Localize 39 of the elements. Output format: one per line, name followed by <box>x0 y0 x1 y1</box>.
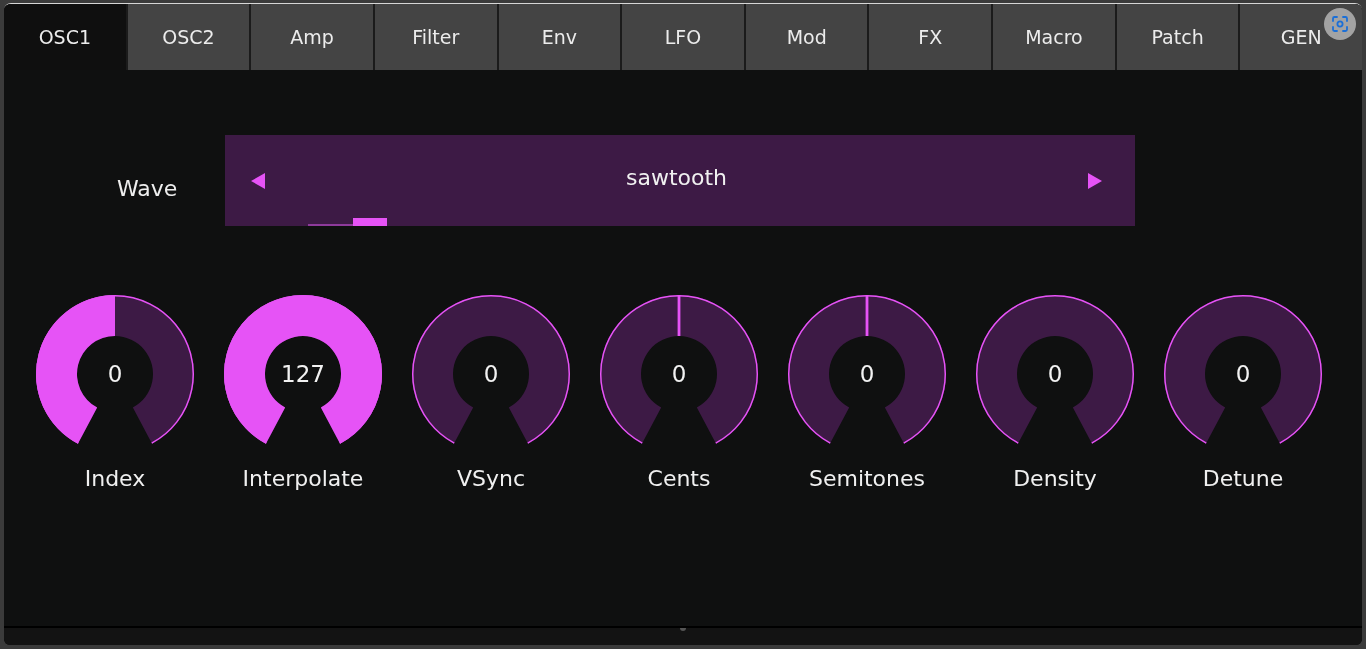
right-arrow-icon[interactable] <box>1088 172 1102 189</box>
knob-label: Interpolate <box>242 465 364 493</box>
knob-track[interactable] <box>412 295 570 444</box>
knob-label: Detune <box>1202 465 1284 493</box>
knob-track[interactable] <box>600 295 758 444</box>
tab[interactable]: LFO <box>620 4 744 70</box>
knob-track[interactable] <box>788 295 946 444</box>
tab[interactable]: FX <box>867 4 992 70</box>
wave-value: sawtooth <box>624 165 729 190</box>
knob[interactable] <box>224 295 382 444</box>
knob-value: 0 <box>107 362 123 386</box>
knob-value: 0 <box>859 362 875 386</box>
scroll-thumb[interactable] <box>353 218 387 226</box>
knob-label: VSync <box>456 465 526 493</box>
tab[interactable]: Env <box>496 4 621 70</box>
knob-label: Cents <box>647 465 711 493</box>
knob-value: 127 <box>281 362 325 386</box>
wave-label: Wave <box>117 175 179 201</box>
tab[interactable]: OSC2 <box>125 4 250 70</box>
knob-label: Semitones <box>808 465 926 493</box>
knob-track[interactable] <box>976 295 1134 444</box>
tab[interactable]: Mod <box>743 4 868 70</box>
tab[interactable]: Macro <box>991 4 1115 70</box>
knob-value: 0 <box>1047 362 1063 386</box>
knob-label: Index <box>84 465 146 493</box>
knob-value: 0 <box>483 362 499 386</box>
tab[interactable]: Amp <box>249 4 373 70</box>
left-arrow-icon[interactable] <box>251 172 265 189</box>
knob-track[interactable] <box>1164 295 1322 444</box>
viewfinder-icon[interactable] <box>1324 8 1356 40</box>
tab[interactable]: Patch <box>1114 4 1239 70</box>
tab[interactable]: Filter <box>372 4 497 70</box>
knob-track[interactable] <box>36 295 194 444</box>
knob-value: 0 <box>671 362 687 386</box>
knob-value: 0 <box>1235 362 1251 386</box>
wave-selector[interactable]: sawtooth <box>225 135 1135 226</box>
knob-label: Density <box>1013 465 1097 493</box>
tab[interactable]: OSC1 <box>4 4 126 70</box>
tab[interactable]: GEN <box>1238 4 1362 70</box>
